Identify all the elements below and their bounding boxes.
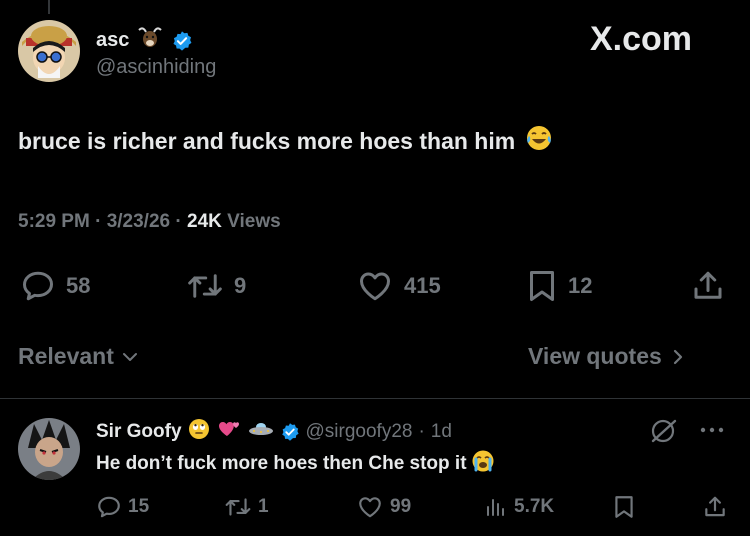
x-logo: X.com: [590, 20, 693, 58]
reply-age[interactable]: 1d: [431, 421, 452, 443]
reply-retweet-button[interactable]: 1: [224, 494, 269, 520]
reply-share-icon: [705, 496, 725, 517]
reply-name-row: Sir Goofy @sirgoofy28 · 1d: [96, 418, 452, 445]
reply-retweet-icon: [225, 498, 251, 516]
ufo-emoji-icon: [248, 419, 274, 444]
goat-emoji-icon: [137, 26, 163, 55]
bookmark-button[interactable]: 12: [526, 268, 592, 304]
reply-icon: [23, 271, 53, 301]
share-icon: [694, 271, 722, 299]
bookmark-icon: [530, 271, 554, 301]
retweet-button[interactable]: 9: [186, 268, 246, 304]
reply-retweet-count: 1: [258, 496, 269, 517]
thread-line: [48, 0, 50, 14]
author-display-name[interactable]: asc: [96, 29, 129, 52]
relevant-label: Relevant: [18, 343, 114, 369]
laughing-tears-emoji-icon: [525, 124, 553, 158]
relevant-sort-dropdown[interactable]: Relevant: [18, 343, 140, 370]
reply-reply-count: 15: [128, 496, 150, 517]
section-divider: [0, 398, 750, 399]
reply-handle[interactable]: @sirgoofy28: [306, 421, 413, 443]
reply-author-avatar[interactable]: [18, 418, 80, 480]
views-chart-icon: [487, 499, 504, 516]
view-quotes-label: View quotes: [528, 343, 662, 369]
retweet-icon: [188, 274, 222, 298]
share-button[interactable]: [690, 268, 726, 304]
reply-views-count: 5.7K: [514, 496, 555, 517]
more-options-button[interactable]: [698, 420, 726, 445]
reply-display-name[interactable]: Sir Goofy: [96, 421, 182, 443]
chevron-down-icon: [122, 352, 137, 361]
reply-count: 58: [66, 273, 91, 298]
reply-separator: ·: [418, 420, 425, 442]
tweet-time[interactable]: 5:29 PM: [18, 211, 90, 232]
reply-button[interactable]: 58: [20, 268, 90, 304]
grok-icon: [651, 419, 677, 443]
reply-reply-button[interactable]: 15: [96, 494, 149, 520]
tweet-meta: 5:29 PM · 3/23/26 · 24K Views: [18, 211, 281, 233]
reply-like-count: 99: [390, 496, 412, 517]
chevron-right-icon: [673, 349, 682, 364]
verified-badge-icon: [173, 30, 192, 51]
reply-text: He don’t fuck more hoes then Che stop it: [96, 453, 467, 474]
tweet-date[interactable]: 3/23/26: [107, 211, 170, 232]
grok-button[interactable]: [648, 416, 680, 451]
reply-reply-icon: [98, 496, 120, 518]
reply-like-button[interactable]: 99: [356, 494, 411, 520]
revolving-hearts-emoji-icon: [216, 418, 242, 445]
reply-text-row: He don’t fuck more hoes then Che stop it: [96, 449, 495, 479]
meta-separator-2: ·: [175, 211, 187, 232]
views-count: 24K: [187, 211, 222, 232]
views-label: Views: [227, 211, 281, 232]
author-avatar[interactable]: [18, 20, 80, 82]
retweet-count: 9: [234, 273, 247, 298]
reply-verified-badge-icon: [281, 422, 299, 441]
meta-separator-1: ·: [95, 211, 107, 232]
tweet-text-row: bruce is richer and fucks more hoes than…: [18, 124, 553, 158]
reply-share-button[interactable]: [702, 494, 728, 520]
heart-icon: [360, 272, 390, 301]
reply-bookmark-button[interactable]: [612, 494, 636, 520]
crying-emoji-icon: [471, 449, 495, 479]
view-quotes-link[interactable]: View quotes: [528, 343, 686, 370]
more-dots-icon: [700, 427, 724, 433]
reply-bookmark-icon: [615, 496, 633, 518]
like-button[interactable]: 415: [356, 268, 441, 304]
bookmark-count: 12: [568, 273, 593, 298]
reply-views-button[interactable]: 5.7K: [484, 494, 554, 520]
tweet-text: bruce is richer and fucks more hoes than…: [18, 127, 516, 154]
author-handle[interactable]: @ascinhiding: [96, 56, 216, 79]
author-name-row: asc: [96, 26, 193, 55]
eye-roll-emoji-icon: [188, 418, 210, 445]
like-count: 415: [404, 273, 441, 298]
reply-heart-icon: [359, 497, 381, 518]
